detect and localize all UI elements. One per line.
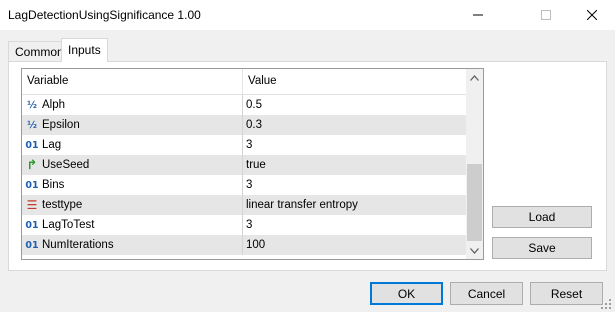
enum-list-icon: ☰ <box>26 198 38 212</box>
variable-name: Alph <box>42 99 66 111</box>
value-cell[interactable]: 0.3 <box>243 115 466 135</box>
variable-name: testtype <box>42 199 83 211</box>
value-cell[interactable]: 0.5 <box>243 95 466 115</box>
title-bar: LagDetectionUsingSignificance 1.00 <box>0 0 615 30</box>
scrollbar-thumb[interactable] <box>467 164 482 241</box>
table-row[interactable]: 01 Bins 3 <box>22 175 466 195</box>
value-cell[interactable]: linear transfer entropy <box>243 195 466 215</box>
window-title: LagDetectionUsingSignificance 1.00 <box>8 8 201 22</box>
ok-button[interactable]: OK <box>370 282 443 305</box>
column-header-variable[interactable]: Variable <box>22 69 243 95</box>
variable-cell: 01 LagToTest <box>22 215 243 235</box>
variable-cell: ½ Epsilon <box>22 115 243 135</box>
value-cell[interactable]: 100 <box>243 235 466 255</box>
integer-icon: 01 <box>25 219 39 231</box>
tab-inputs[interactable]: Inputs <box>61 38 108 62</box>
column-header-value[interactable]: Value <box>243 69 466 95</box>
close-button[interactable] <box>569 0 615 30</box>
table-row[interactable]: ↱ UseSeed true <box>22 155 466 175</box>
value-cell[interactable]: 3 <box>243 215 466 235</box>
variable-cell: ☰ testtype <box>22 195 243 215</box>
table-row[interactable]: ☰ testtype linear transfer entropy <box>22 195 466 215</box>
integer-icon: 01 <box>25 239 39 251</box>
value-cell[interactable]: 3 <box>243 135 466 155</box>
value-cell[interactable]: 3 <box>243 175 466 195</box>
resize-grip-icon[interactable] <box>600 298 612 310</box>
save-button[interactable]: Save <box>492 237 592 259</box>
chevron-up-icon <box>470 74 479 81</box>
fraction-icon: ½ <box>27 99 37 111</box>
table-row[interactable]: 01 LagToTest 3 <box>22 215 466 235</box>
value-cell[interactable]: true <box>243 155 466 175</box>
table-row[interactable]: 01 Lag 3 <box>22 135 466 155</box>
reset-button[interactable]: Reset <box>530 282 603 305</box>
maximize-icon <box>541 10 551 20</box>
variable-cell: 01 NumIterations <box>22 235 243 255</box>
variable-name: Lag <box>42 139 62 151</box>
variable-name: UseSeed <box>42 159 90 171</box>
cancel-button[interactable]: Cancel <box>450 282 523 305</box>
minimize-button[interactable] <box>455 0 501 30</box>
variable-cell: 01 Bins <box>22 175 243 195</box>
minimize-icon <box>473 14 483 16</box>
table-row[interactable]: ½ Alph 0.5 <box>22 95 466 115</box>
close-icon <box>587 10 597 20</box>
fraction-icon: ½ <box>27 119 37 131</box>
vertical-scrollbar[interactable] <box>466 69 483 259</box>
grid-header: Variable Value <box>22 69 466 95</box>
inputs-grid: Variable Value ½ Alph 0.5 ½ Epsilon 0.3 … <box>21 68 484 260</box>
table-row[interactable]: 01 NumIterations 100 <box>22 235 466 255</box>
table-row[interactable]: ½ Epsilon 0.3 <box>22 115 466 135</box>
scroll-up-button[interactable] <box>466 69 483 86</box>
load-button[interactable]: Load <box>492 206 592 228</box>
variable-name: Bins <box>42 179 65 191</box>
boolean-arrow-icon: ↱ <box>26 157 38 173</box>
variable-name: LagToTest <box>42 219 95 231</box>
tab-common[interactable]: Common <box>8 41 64 62</box>
variable-name: NumIterations <box>42 239 114 251</box>
variable-cell: 01 Lag <box>22 135 243 155</box>
integer-icon: 01 <box>25 179 39 191</box>
chevron-down-icon <box>470 247 479 254</box>
variable-cell: ½ Alph <box>22 95 243 115</box>
variable-name: Epsilon <box>42 119 80 131</box>
maximize-button[interactable] <box>523 0 569 30</box>
integer-icon: 01 <box>25 139 39 151</box>
variable-cell: ↱ UseSeed <box>22 155 243 175</box>
scroll-down-button[interactable] <box>466 242 483 259</box>
